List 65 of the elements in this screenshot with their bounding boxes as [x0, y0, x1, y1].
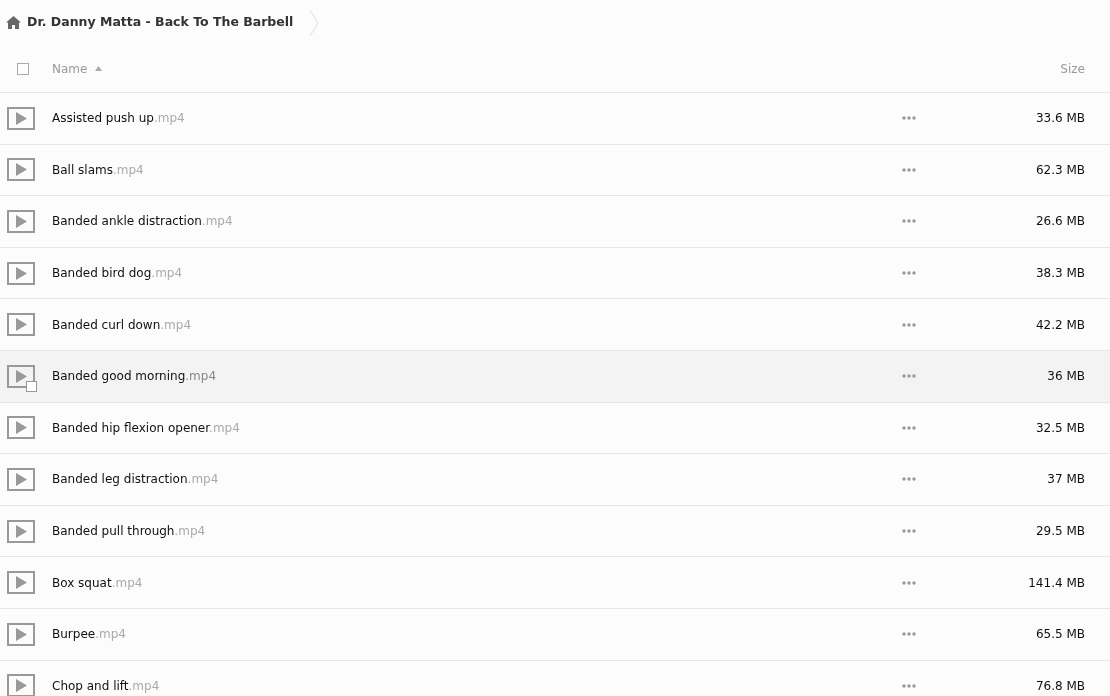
- file-size: 62.3 MB: [1034, 161, 1086, 179]
- file-row[interactable]: Assisted push up.mp4 33.6 MB: [0, 93, 1110, 145]
- row-checkbox[interactable]: [26, 380, 37, 392]
- more-options-icon[interactable]: [902, 167, 916, 172]
- video-file-icon[interactable]: [7, 519, 35, 543]
- file-name[interactable]: Banded pull through.mp4: [52, 522, 889, 541]
- sort-arrow-icon[interactable]: [95, 66, 103, 71]
- file-size: 141.4 MB: [1027, 574, 1086, 592]
- breadcrumb-link[interactable]: Dr. Danny Matta - Back To The Barbell: [27, 13, 294, 32]
- file-name[interactable]: Ball slams.mp4: [52, 160, 889, 179]
- video-file-icon[interactable]: [7, 210, 35, 233]
- video-file-icon[interactable]: [7, 106, 35, 130]
- more-options-icon[interactable]: [902, 580, 916, 585]
- more-options-icon[interactable]: [902, 683, 916, 688]
- video-file-icon[interactable]: [7, 158, 35, 182]
- file-size: 38.3 MB: [1034, 265, 1086, 283]
- more-options-icon[interactable]: [902, 529, 916, 534]
- file-name[interactable]: Banded ankle distraction.mp4: [52, 212, 889, 231]
- file-row[interactable]: Chop and lift.mp4 76.8 MB: [0, 660, 1110, 696]
- file-size: 33.6 MB: [1034, 110, 1086, 128]
- file-name[interactable]: Banded hip flexion opener.mp4: [52, 418, 889, 437]
- file-size: 36 MB: [1046, 368, 1086, 386]
- file-size: 37 MB: [1046, 471, 1086, 489]
- more-options-icon[interactable]: [902, 219, 916, 224]
- file-size: 42.2 MB: [1034, 316, 1086, 334]
- file-row[interactable]: Ball slams.mp4 62.3 MB: [0, 144, 1110, 197]
- more-options-icon[interactable]: [902, 271, 916, 276]
- file-row[interactable]: Banded good morning.mp4 36 MB: [0, 350, 1110, 403]
- file-name[interactable]: Banded leg distraction.mp4: [52, 470, 889, 489]
- more-options-icon[interactable]: [902, 322, 916, 327]
- more-options-icon[interactable]: [902, 477, 916, 482]
- file-size: 76.8 MB: [1034, 677, 1086, 695]
- video-file-icon[interactable]: [7, 313, 35, 337]
- video-file-icon[interactable]: [7, 674, 35, 696]
- file-size: 32.5 MB: [1034, 419, 1086, 437]
- video-file-icon[interactable]: [7, 467, 35, 491]
- file-name[interactable]: Banded curl down.mp4: [52, 315, 889, 334]
- file-size: 26.6 MB: [1034, 213, 1086, 231]
- video-file-icon[interactable]: [7, 571, 35, 595]
- video-file-icon[interactable]: [7, 261, 35, 285]
- more-options-icon[interactable]: [902, 425, 916, 430]
- file-size: 29.5 MB: [1034, 523, 1086, 541]
- file-row[interactable]: Banded bird dog.mp4 38.3 MB: [0, 247, 1110, 300]
- more-options-icon[interactable]: [902, 374, 916, 379]
- chevron-icon: [309, 8, 320, 37]
- home-icon[interactable]: [6, 16, 21, 29]
- select-all-checkbox[interactable]: [17, 62, 29, 75]
- file-row[interactable]: Banded leg distraction.mp4 37 MB: [0, 454, 1110, 506]
- video-file-icon[interactable]: [7, 416, 35, 440]
- file-name[interactable]: Assisted push up.mp4: [52, 109, 889, 128]
- file-name[interactable]: Chop and lift.mp4: [52, 676, 889, 695]
- file-row[interactable]: Banded hip flexion opener.mp4 32.5 MB: [0, 402, 1110, 455]
- video-file-icon[interactable]: [7, 622, 35, 646]
- file-row[interactable]: Burpee.mp4 65.5 MB: [0, 608, 1110, 661]
- file-row[interactable]: Banded ankle distraction.mp4 26.6 MB: [0, 196, 1110, 248]
- file-name[interactable]: Box squat.mp4: [52, 573, 889, 592]
- file-row[interactable]: Banded curl down.mp4 42.2 MB: [0, 299, 1110, 351]
- file-row[interactable]: Banded pull through.mp4 29.5 MB: [0, 505, 1110, 558]
- file-name[interactable]: Burpee.mp4: [52, 625, 889, 644]
- file-name[interactable]: Banded bird dog.mp4: [52, 264, 889, 283]
- more-options-icon[interactable]: [902, 632, 916, 637]
- file-row[interactable]: Box squat.mp4 141.4 MB: [0, 557, 1110, 609]
- file-name[interactable]: Banded good morning.mp4: [52, 367, 889, 386]
- file-size: 65.5 MB: [1034, 626, 1086, 644]
- more-options-icon[interactable]: [902, 116, 916, 121]
